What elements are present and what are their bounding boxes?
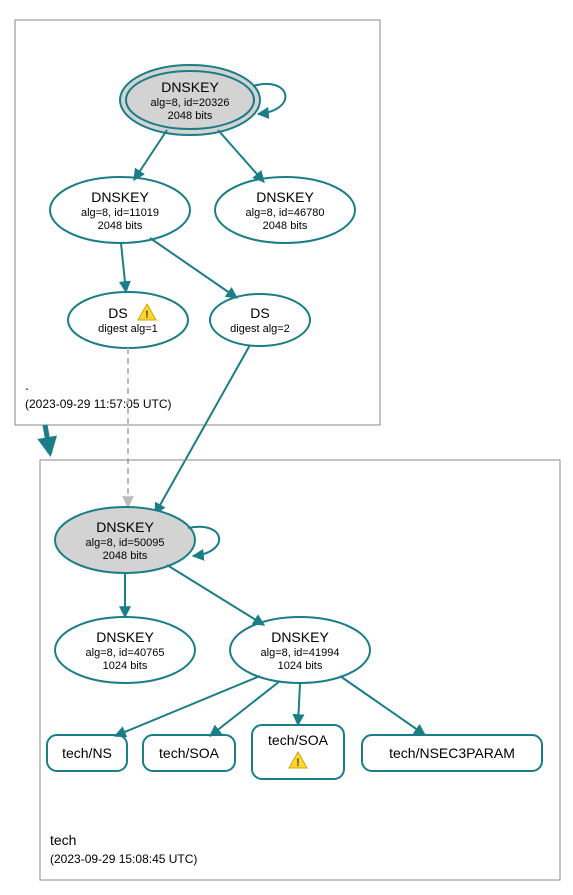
root-dnskey2-title: DNSKEY (256, 189, 314, 205)
tech-ksk-line3: 2048 bits (103, 550, 148, 562)
edge-tech-dnskey2-rr3 (298, 683, 300, 725)
tech-rr3-title: tech/SOA (268, 732, 329, 748)
root-ds2-title: DS (250, 305, 269, 321)
root-ds1-title: DS (108, 305, 127, 321)
svg-text:!: ! (296, 757, 300, 769)
edge-ds2-to-tech-ksk (155, 345, 250, 514)
root-ksk-node: DNSKEY alg=8, id=20326 2048 bits (120, 65, 260, 135)
root-dnskey1-line2: alg=8, id=11019 (81, 207, 159, 219)
edge-root-dnskey1-ds1 (121, 243, 126, 292)
root-dnskey1-node: DNSKEY alg=8, id=11019 2048 bits (50, 177, 190, 243)
tech-rr1-title: tech/NS (62, 745, 112, 761)
tech-dnskey1-line2: alg=8, id=40765 (86, 647, 165, 659)
edge-tech-ksk-dnskey2 (167, 565, 264, 625)
edge-root-to-tech-zone (45, 425, 50, 453)
tech-dnskey2-line3: 1024 bits (278, 660, 323, 672)
root-dnskey2-line3: 2048 bits (263, 220, 308, 232)
tech-rr2-title: tech/SOA (159, 745, 220, 761)
root-ds1-node: DS digest alg=1 ! (68, 292, 188, 348)
root-ds2-line2: digest alg=2 (230, 323, 290, 335)
zone-date-root: (2023-09-29 11:57:05 UTC) (25, 397, 172, 411)
edge-root-dnskey1-ds2 (150, 238, 237, 298)
tech-rr1-node: tech/NS (47, 735, 127, 771)
tech-rr4-node: tech/NSEC3PARAM (362, 735, 542, 771)
root-ksk-line3: 2048 bits (168, 110, 213, 122)
edge-tech-dnskey2-rr1 (115, 676, 260, 736)
tech-dnskey2-node: DNSKEY alg=8, id=41994 1024 bits (230, 617, 370, 683)
tech-ksk-line2: alg=8, id=50095 (86, 537, 165, 549)
root-ksk-title: DNSKEY (161, 79, 219, 95)
edge-root-ksk-dnskey1 (134, 130, 167, 180)
zone-label-root: . (25, 377, 29, 393)
root-dnskey2-line2: alg=8, id=46780 (246, 207, 325, 219)
root-dnskey1-line3: 2048 bits (98, 220, 143, 232)
zone-label-tech: tech (50, 832, 76, 848)
tech-rr4-title: tech/NSEC3PARAM (389, 745, 515, 761)
root-ds2-node: DS digest alg=2 (210, 294, 310, 346)
tech-dnskey2-title: DNSKEY (271, 629, 329, 645)
tech-ksk-title: DNSKEY (96, 519, 154, 535)
tech-rr2-node: tech/SOA (143, 735, 235, 771)
edge-tech-dnskey2-rr4 (340, 676, 425, 735)
tech-dnskey1-node: DNSKEY alg=8, id=40765 1024 bits (55, 617, 195, 683)
root-ksk-line2: alg=8, id=20326 (151, 97, 230, 109)
root-ds1-line2: digest alg=1 (98, 323, 158, 335)
tech-dnskey1-line3: 1024 bits (103, 660, 148, 672)
root-dnskey2-node: DNSKEY alg=8, id=46780 2048 bits (215, 177, 355, 243)
tech-ksk-node: DNSKEY alg=8, id=50095 2048 bits (55, 507, 195, 573)
edge-root-ksk-dnskey2 (218, 130, 264, 182)
tech-dnskey1-title: DNSKEY (96, 629, 154, 645)
tech-dnskey2-line2: alg=8, id=41994 (261, 647, 340, 659)
dnssec-diagram: DNSKEY alg=8, id=20326 2048 bits DNSKEY … (0, 0, 573, 895)
zone-date-tech: (2023-09-29 15:08:45 UTC) (50, 852, 197, 866)
svg-text:!: ! (145, 309, 149, 321)
tech-rr3-node: tech/SOA ! (252, 725, 344, 779)
root-dnskey1-title: DNSKEY (91, 189, 149, 205)
